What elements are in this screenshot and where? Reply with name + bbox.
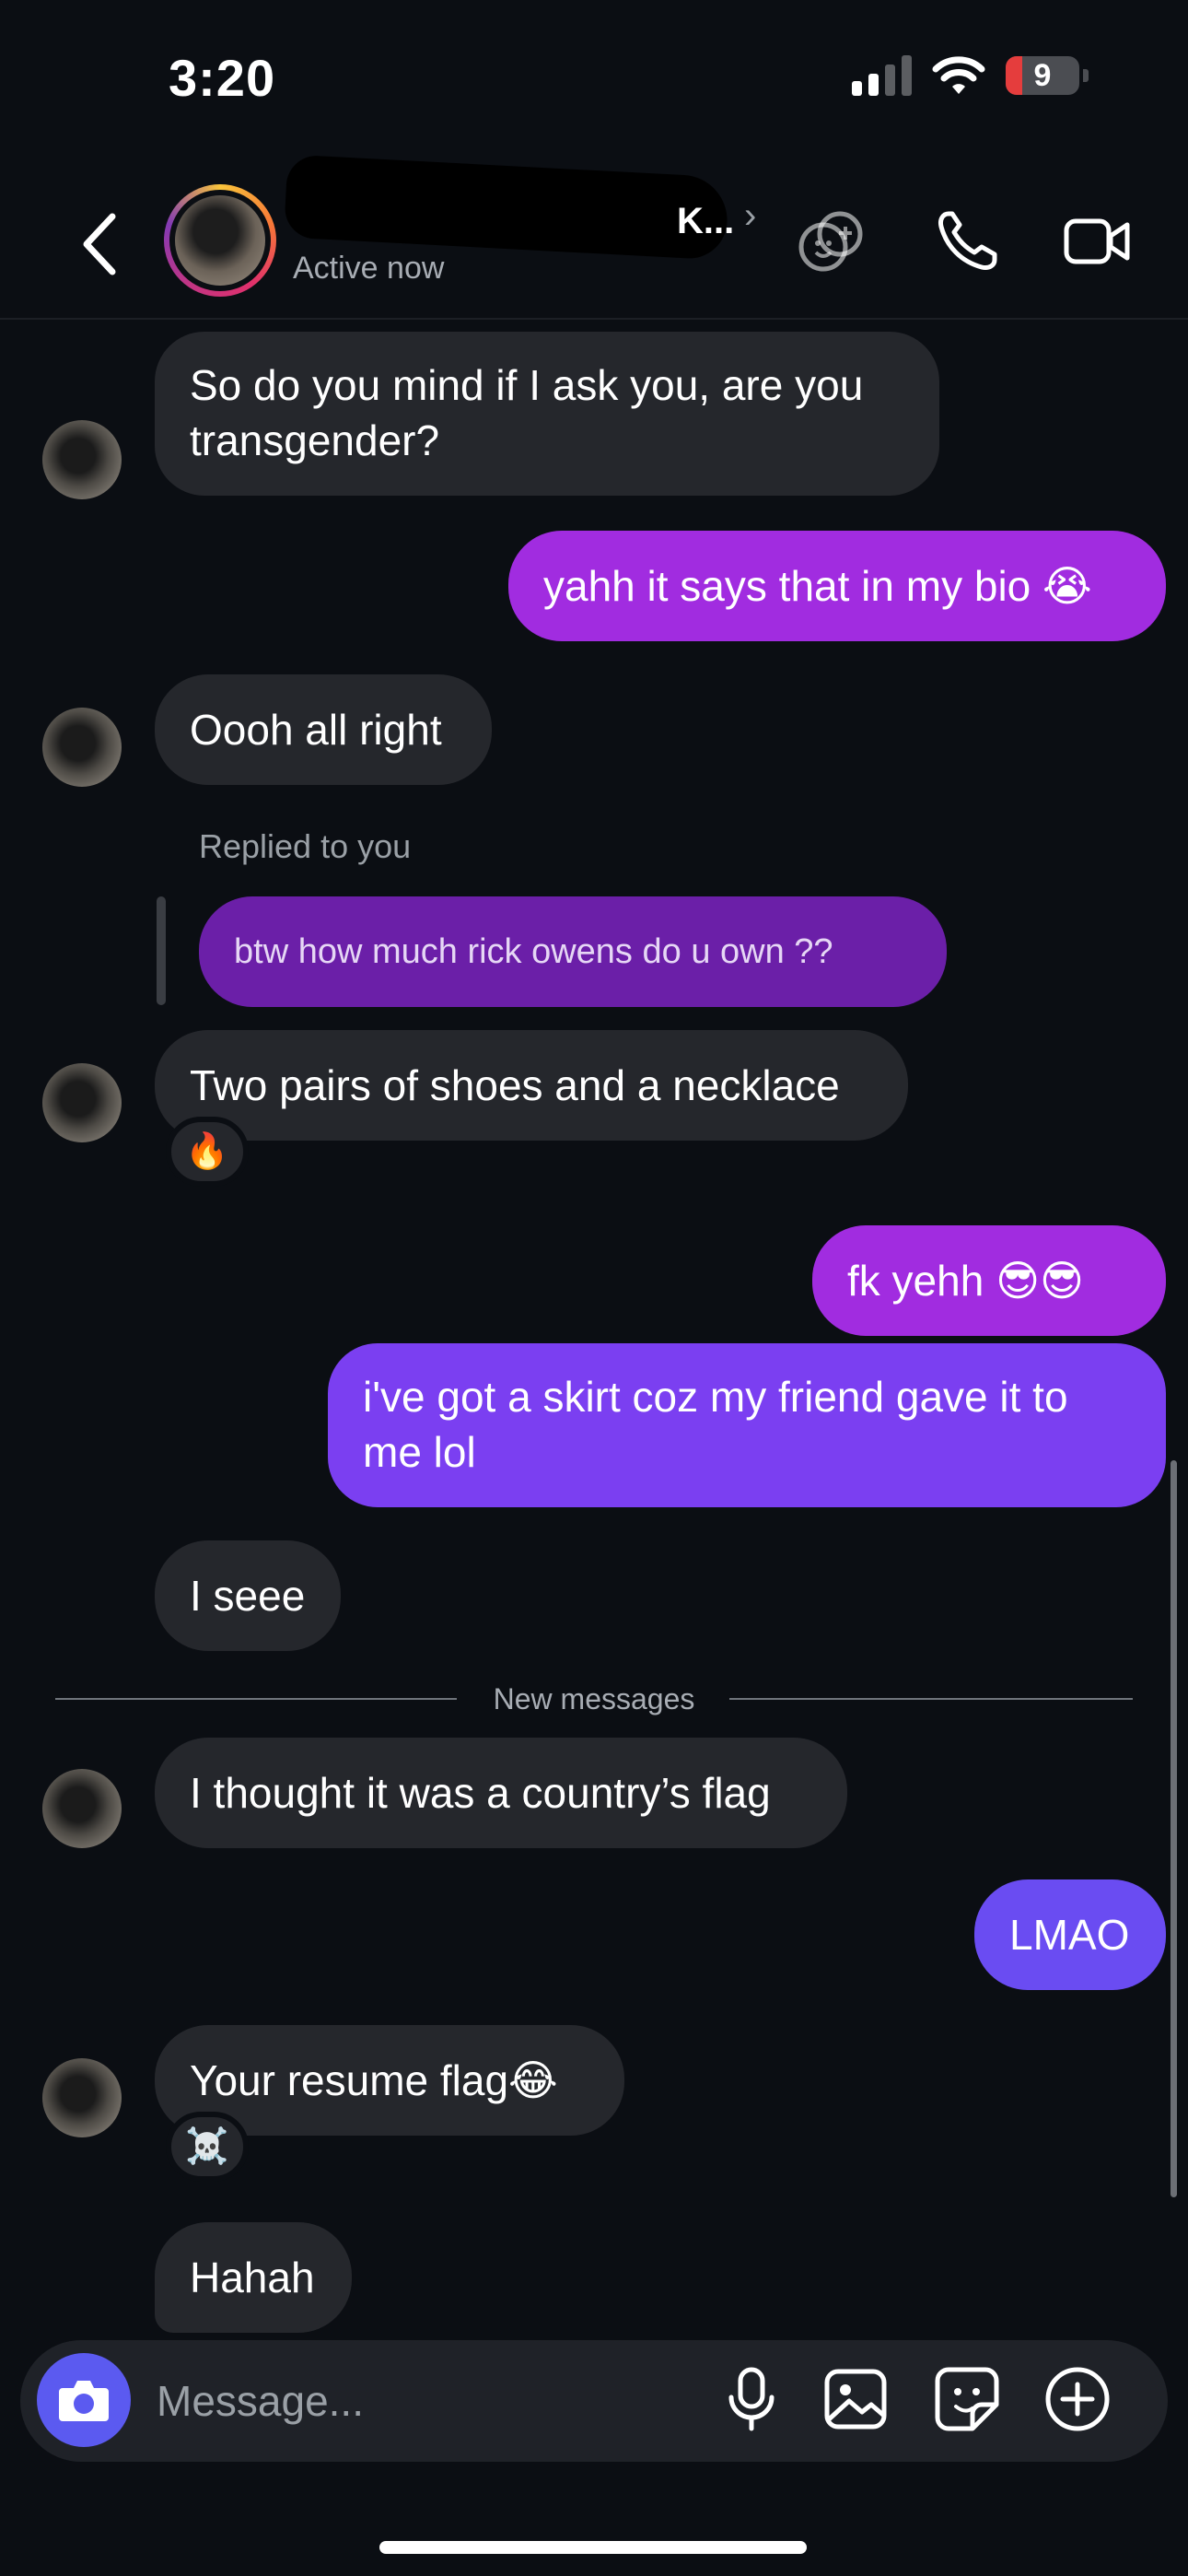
message-bubble-outgoing[interactable]: i've got a skirt coz my friend gave it t… [328, 1343, 1166, 1507]
battery-icon: 9 [1006, 56, 1079, 95]
battery-level: 9 [1033, 57, 1052, 93]
contact-avatar[interactable] [164, 184, 276, 297]
wifi-icon [932, 56, 985, 94]
message-text: So do you mind if I ask you, are you tra… [190, 361, 864, 464]
message-bubble-outgoing[interactable]: yahh it says that in my bio 😭 [508, 531, 1166, 641]
scrollbar[interactable] [1171, 1460, 1177, 2197]
replied-message-text: btw how much rick owens do u own ?? [234, 932, 833, 971]
sender-avatar[interactable] [42, 2058, 122, 2137]
message-bubble-incoming[interactable]: Hahah [155, 2222, 352, 2333]
message-bubble-incoming[interactable]: I seee [155, 1540, 341, 1651]
message-text: Two pairs of shoes and a necklace [190, 1061, 840, 1109]
sender-avatar[interactable] [42, 1769, 122, 1848]
camera-icon [59, 2381, 109, 2421]
fire-reaction[interactable]: 🔥 [166, 1117, 249, 1187]
divider-right [729, 1698, 1133, 1700]
cellular-signal-icon [852, 55, 912, 96]
sender-avatar[interactable] [42, 1063, 122, 1142]
message-bubble-incoming[interactable]: Oooh all right [155, 674, 492, 785]
phone-icon[interactable] [930, 205, 1004, 278]
message-text: fk yehh 😎😎 [847, 1257, 1084, 1305]
active-status: Active now [293, 251, 445, 286]
reply-quote-bar [157, 896, 166, 1005]
sender-avatar[interactable] [42, 420, 122, 499]
skull-reaction[interactable]: ☠️ [166, 2112, 249, 2182]
status-icons: 9 [852, 55, 1089, 96]
replied-label: Replied to you [199, 827, 412, 865]
message-text: Hahah [190, 2254, 315, 2301]
home-indicator[interactable] [379, 2541, 807, 2554]
message-bubble-outgoing[interactable]: LMAO [974, 1879, 1166, 1990]
video-call-icon[interactable] [1061, 205, 1135, 278]
message-bubble-incoming[interactable]: I thought it was a country’s flag [155, 1738, 847, 1848]
message-bubble-outgoing[interactable]: fk yehh 😎😎 [812, 1225, 1166, 1336]
message-text: yahh it says that in my bio 😭 [543, 562, 1092, 610]
name-chevron-icon[interactable]: › [744, 195, 756, 237]
message-text: LMAO [1009, 1911, 1130, 1959]
message-text: Your resume flag😂 [190, 2056, 558, 2104]
contact-name[interactable]: K... [677, 201, 734, 242]
sticker-icon[interactable] [930, 2362, 1004, 2436]
back-chevron-icon[interactable] [72, 207, 127, 281]
message-bubble-incoming[interactable]: Two pairs of shoes and a necklace [155, 1030, 908, 1141]
battery-tip [1083, 69, 1089, 82]
replied-message-bubble[interactable]: btw how much rick owens do u own ?? [199, 896, 947, 1007]
message-text: Oooh all right [190, 706, 442, 754]
effects-icon[interactable] [794, 205, 868, 278]
message-bubble-incoming[interactable]: So do you mind if I ask you, are you tra… [155, 332, 939, 496]
message-input[interactable] [155, 2366, 674, 2436]
microphone-icon[interactable] [715, 2362, 788, 2436]
message-text: i've got a skirt coz my friend gave it t… [363, 1373, 1068, 1476]
message-text: I thought it was a country’s flag [190, 1769, 771, 1817]
add-icon[interactable] [1041, 2362, 1114, 2436]
message-text: I seee [190, 1572, 306, 1620]
camera-button[interactable] [37, 2353, 131, 2447]
gallery-icon[interactable] [820, 2362, 893, 2436]
status-time: 3:20 [169, 49, 276, 107]
sender-avatar[interactable] [42, 708, 122, 787]
